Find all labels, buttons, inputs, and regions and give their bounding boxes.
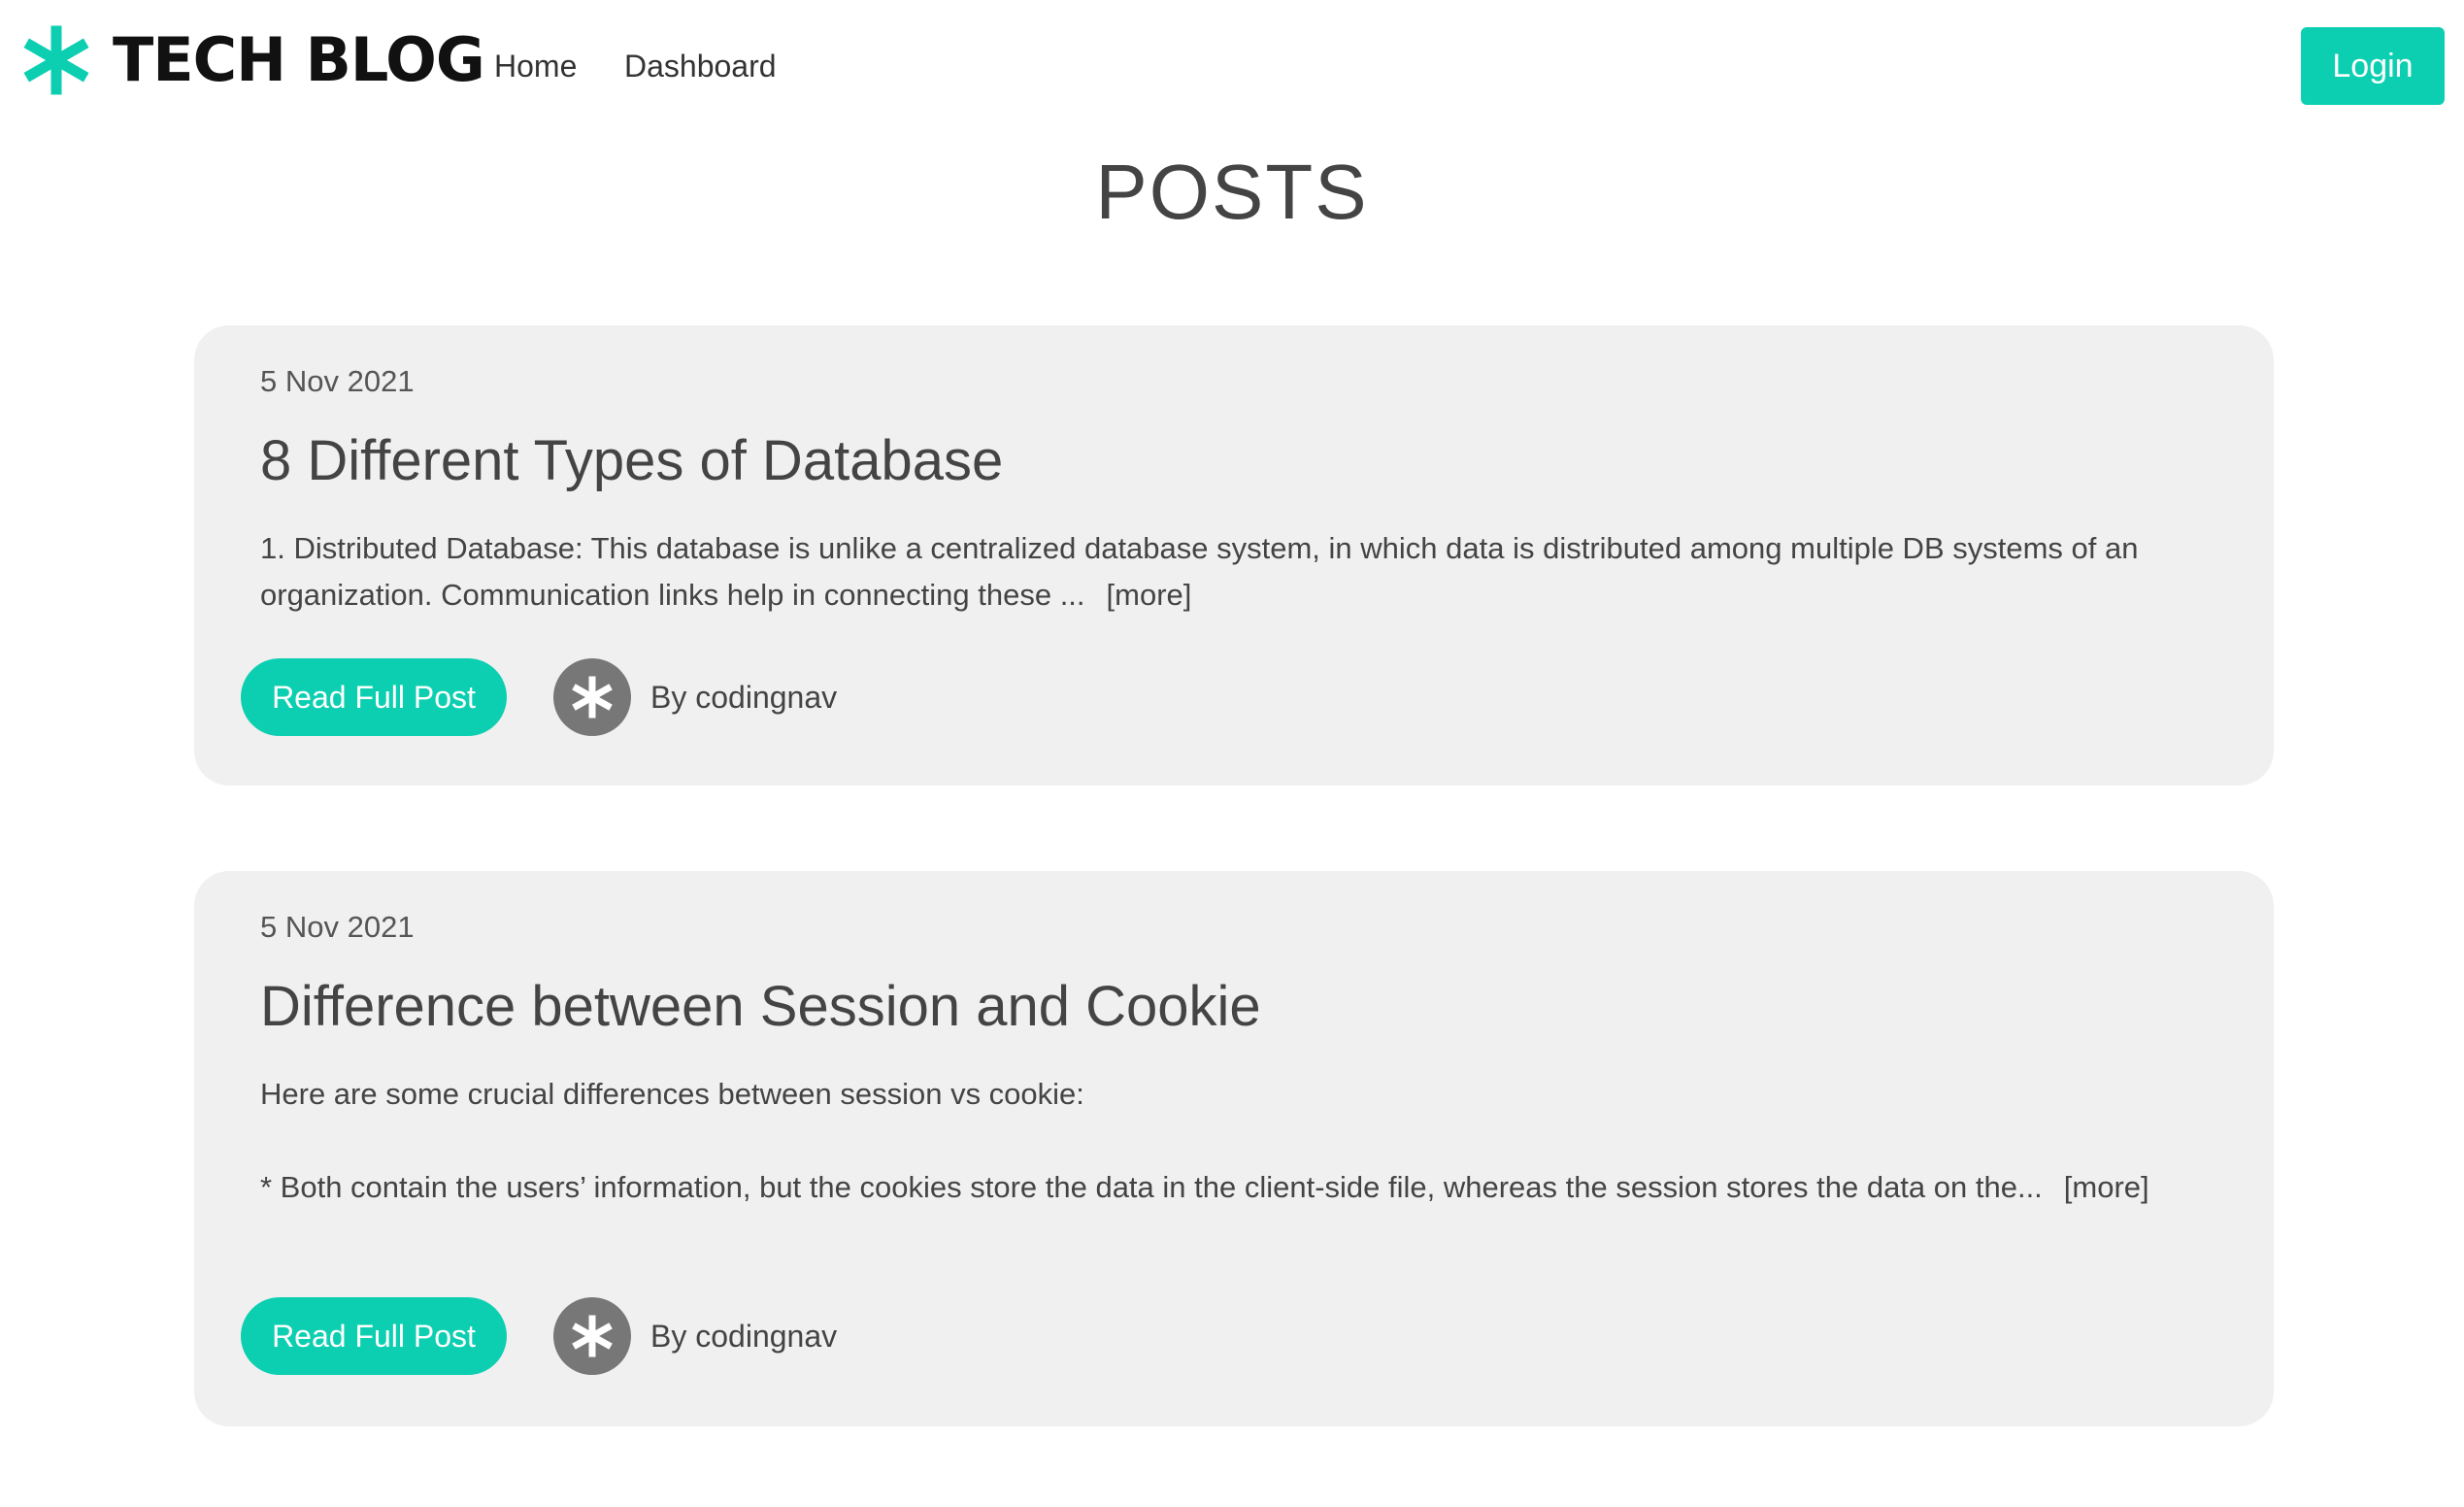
post-title: 8 Different Types of Database <box>260 429 1004 492</box>
post-date: 5 Nov 2021 <box>260 364 415 398</box>
author-name: By codingnav <box>650 1318 838 1354</box>
read-full-post-button[interactable]: Read Full Post <box>241 658 507 736</box>
asterisk-avatar-icon <box>572 1315 613 1357</box>
post-excerpt-paragraph: * Both contain the users’ information, b… <box>260 1164 2212 1211</box>
avatar <box>553 1297 631 1375</box>
post-excerpt-text: * Both contain the users’ information, b… <box>260 1170 2043 1204</box>
post-card: 5 Nov 2021 Difference between Session an… <box>194 871 2274 1426</box>
more-link[interactable]: [more] <box>1107 578 1192 612</box>
login-button[interactable]: Login <box>2301 27 2445 105</box>
post-excerpt-paragraph: Here are some crucial differences betwee… <box>260 1077 1084 1111</box>
brand-name: TECH BLOG <box>113 24 485 95</box>
nav-dashboard-link[interactable]: Dashboard <box>624 43 777 89</box>
avatar <box>553 658 631 736</box>
nav-home-link[interactable]: Home <box>494 43 577 89</box>
post-excerpt-text: 1. Distributed Database: This database i… <box>260 531 2139 612</box>
page-title: POSTS <box>1095 149 1369 235</box>
author-name: By codingnav <box>650 679 838 715</box>
navbar: TECH BLOG Home Dashboard Login <box>0 0 2464 134</box>
post-excerpt: Here are some crucial differences betwee… <box>260 1071 2212 1211</box>
post-author: By codingnav <box>553 658 837 736</box>
more-link[interactable]: [more] <box>2064 1170 2149 1204</box>
post-title: Difference between Session and Cookie <box>260 975 1261 1038</box>
asterisk-icon <box>23 25 89 95</box>
brand-link[interactable]: TECH BLOG <box>23 23 485 97</box>
post-author: By codingnav <box>553 1297 837 1375</box>
asterisk-avatar-icon <box>572 676 613 719</box>
read-full-post-button[interactable]: Read Full Post <box>241 1297 507 1375</box>
post-excerpt-paragraph: 1. Distributed Database: This database i… <box>260 525 2212 619</box>
post-card: 5 Nov 2021 8 Different Types of Database… <box>194 325 2274 786</box>
post-date: 5 Nov 2021 <box>260 910 415 944</box>
post-excerpt: 1. Distributed Database: This database i… <box>260 525 2212 619</box>
